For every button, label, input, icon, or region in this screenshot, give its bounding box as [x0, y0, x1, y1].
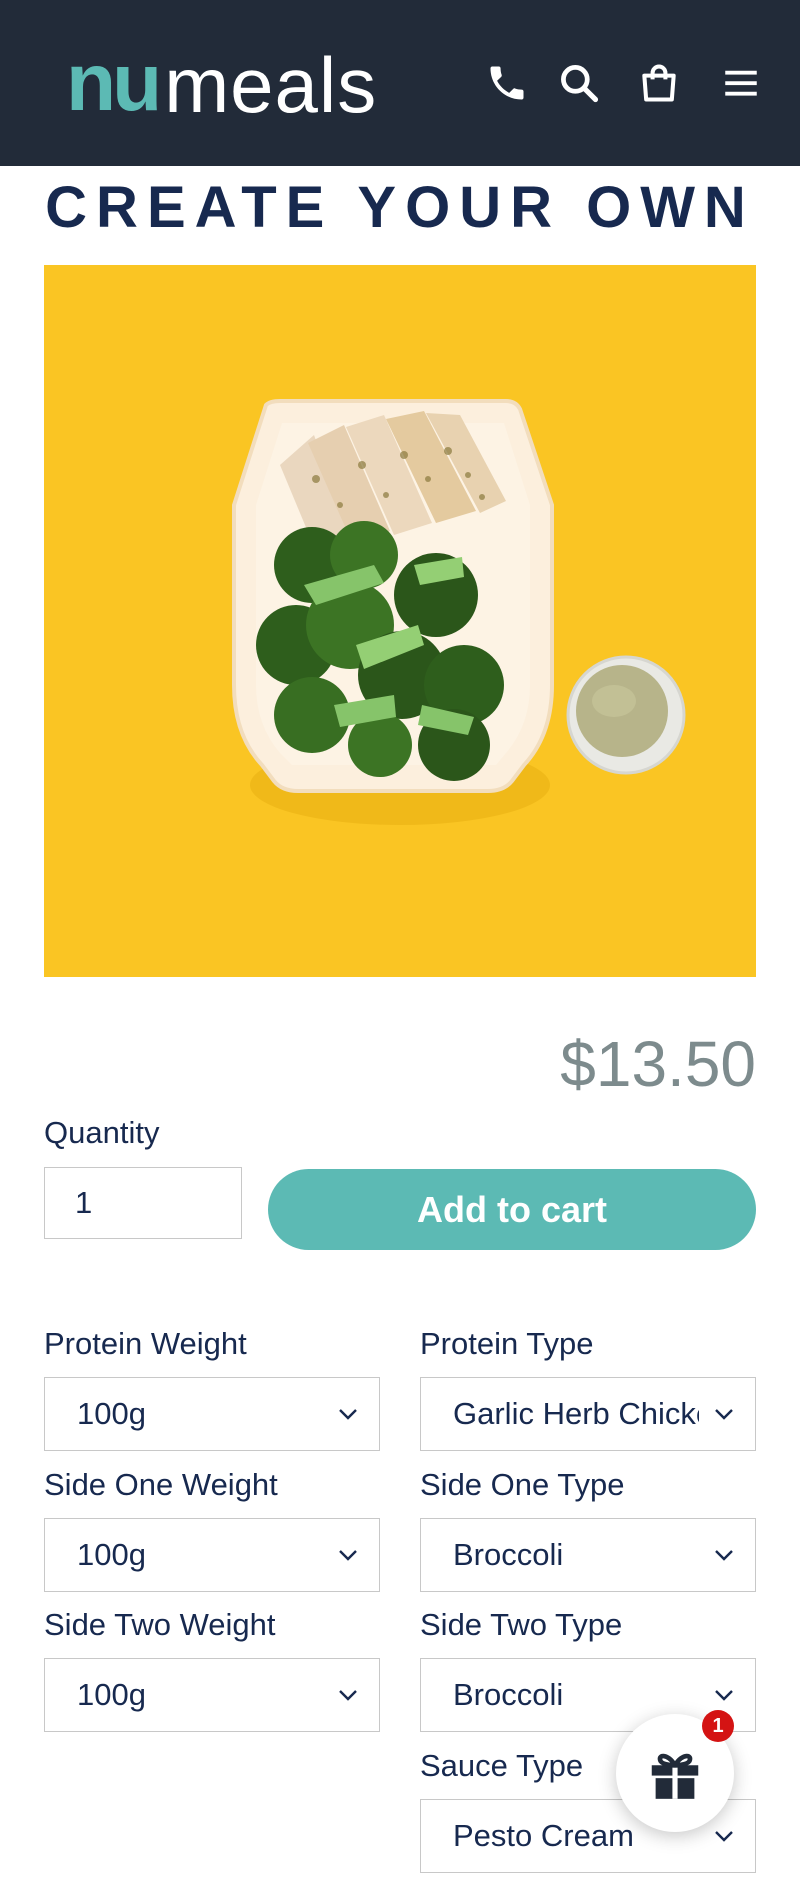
side-one-weight-value: 100g [77, 1537, 146, 1572]
side-two-weight-value: 100g [77, 1677, 146, 1712]
logo-nu-text: nu [66, 37, 162, 128]
chevron-down-icon [339, 1550, 357, 1561]
site-header: nu meals [0, 0, 800, 166]
chevron-down-icon [715, 1550, 733, 1561]
side-one-weight-label: Side One Weight [44, 1467, 278, 1502]
protein-type-select[interactable]: Garlic Herb Chicken [420, 1377, 756, 1451]
quantity-input[interactable]: 1 [44, 1167, 242, 1239]
side-two-weight-label: Side Two Weight [44, 1607, 276, 1642]
side-two-type-value: Broccoli [453, 1677, 564, 1712]
add-to-cart-button[interactable]: Add to cart [268, 1169, 756, 1250]
quantity-label: Quantity [44, 1115, 160, 1150]
cart-icon[interactable] [634, 58, 684, 108]
quantity-value: 1 [75, 1185, 93, 1220]
sauce-type-value: Pesto Cream [453, 1818, 634, 1853]
gift-icon [651, 1753, 699, 1799]
side-two-weight-select[interactable]: 100g [44, 1658, 380, 1732]
side-one-type-select[interactable]: Broccoli [420, 1518, 756, 1592]
side-one-weight-select[interactable]: 100g [44, 1518, 380, 1592]
product-title: CREATE YOUR OWN [45, 175, 755, 240]
side-two-type-label: Side Two Type [420, 1607, 623, 1642]
logo-meals-text: meals [164, 41, 378, 129]
chevron-down-icon [715, 1409, 733, 1420]
protein-type-value: Garlic Herb Chicken [453, 1396, 699, 1431]
product-price: $13.50 [560, 1028, 756, 1100]
notification-badge: 1 [702, 1710, 734, 1742]
sauce-type-label: Sauce Type [420, 1748, 584, 1783]
chevron-down-icon [715, 1831, 733, 1842]
menu-icon[interactable] [716, 58, 766, 108]
protein-type-label: Protein Type [420, 1326, 594, 1361]
side-one-type-label: Side One Type [420, 1467, 625, 1502]
chevron-down-icon [715, 1690, 733, 1701]
search-icon[interactable] [554, 58, 604, 108]
numeals-logo[interactable]: nu meals [66, 34, 378, 129]
protein-weight-select[interactable]: 100g [44, 1377, 380, 1451]
side-one-type-value: Broccoli [453, 1537, 564, 1572]
phone-icon[interactable] [482, 58, 532, 108]
protein-weight-value: 100g [77, 1396, 146, 1431]
protein-weight-label: Protein Weight [44, 1326, 247, 1361]
chevron-down-icon [339, 1409, 357, 1420]
chevron-down-icon [339, 1690, 357, 1701]
product-image [44, 265, 756, 977]
